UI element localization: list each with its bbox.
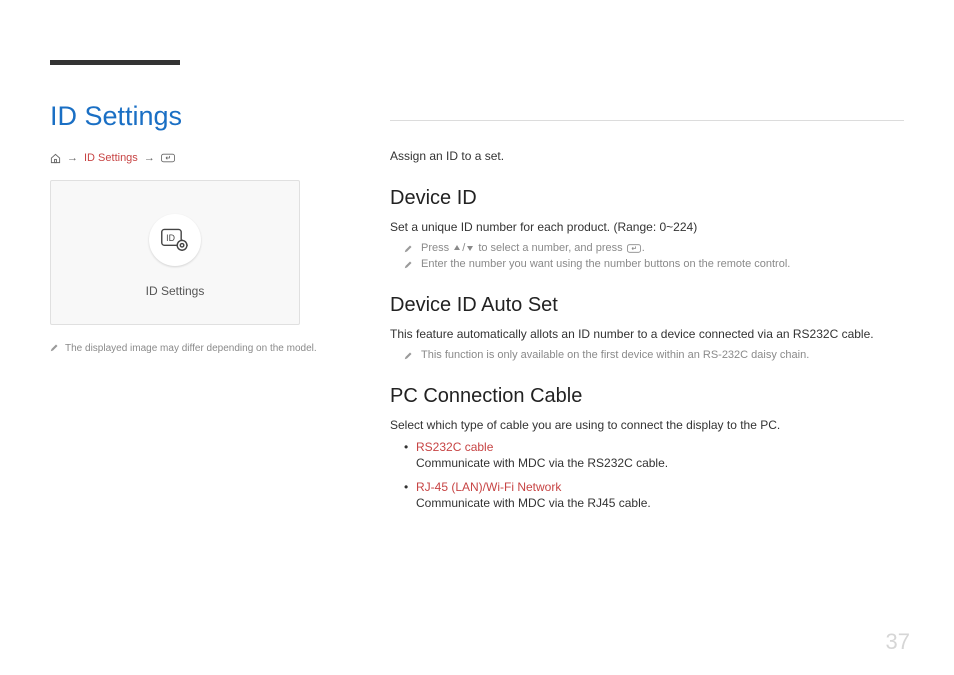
page-title: ID Settings [50, 101, 350, 132]
note1-a: Press [421, 242, 449, 254]
device-id-note-2: Enter the number you want using the numb… [390, 258, 904, 270]
panel-label: ID Settings [146, 284, 205, 298]
option-name: RJ-45 (LAN)/Wi-Fi Network [416, 480, 904, 494]
auto-set-note-text: This function is only available on the f… [421, 349, 809, 361]
page-number: 37 [886, 629, 910, 655]
heading-auto-set: Device ID Auto Set [390, 294, 904, 317]
horizontal-rule [390, 120, 904, 121]
note1-b: / [462, 242, 465, 254]
image-note-text: The displayed image may differ depending… [65, 343, 317, 354]
auto-set-desc: This feature automatically allots an ID … [390, 327, 904, 341]
list-item: RJ-45 (LAN)/Wi-Fi Network Communicate wi… [404, 480, 904, 510]
note1-c: to select a number, and press [478, 242, 622, 254]
up-triangle-icon [453, 244, 461, 252]
option-name: RS232C cable [416, 440, 904, 454]
pen-icon [404, 351, 413, 360]
note2-text: Enter the number you want using the numb… [421, 258, 790, 270]
pen-icon [404, 260, 413, 269]
breadcrumb-arrow: → [144, 152, 155, 164]
image-note: The displayed image may differ depending… [50, 343, 350, 355]
pen-icon [404, 244, 413, 253]
option-desc: Communicate with MDC via the RS232C cabl… [416, 456, 668, 470]
section-auto-set: Device ID Auto Set This feature automati… [390, 294, 904, 361]
pen-icon [50, 343, 59, 355]
breadcrumb: → ID Settings → [50, 152, 350, 164]
auto-set-note: This function is only available on the f… [390, 349, 904, 361]
cable-option-list: RS232C cable Communicate with MDC via th… [390, 440, 904, 510]
down-triangle-icon [466, 244, 474, 252]
title-accent-bar [50, 60, 180, 65]
id-settings-icon: ID [149, 214, 201, 266]
section-device-id: Device ID Set a unique ID number for eac… [390, 187, 904, 270]
heading-device-id: Device ID [390, 187, 904, 210]
intro-text: Assign an ID to a set. [390, 149, 904, 163]
section-cable: PC Connection Cable Select which type of… [390, 385, 904, 510]
enter-icon [627, 244, 641, 253]
breadcrumb-link: ID Settings [84, 152, 138, 164]
device-id-note-1: Press / to select a number, and press . [390, 242, 904, 254]
home-icon [50, 153, 61, 164]
device-id-desc: Set a unique ID number for each product.… [390, 220, 904, 234]
breadcrumb-arrow: → [67, 152, 78, 164]
heading-cable: PC Connection Cable [390, 385, 904, 408]
note1-d: . [642, 242, 645, 254]
list-item: RS232C cable Communicate with MDC via th… [404, 440, 904, 470]
enter-icon [161, 153, 175, 163]
option-desc: Communicate with MDC via the RJ45 cable. [416, 496, 651, 510]
svg-text:ID: ID [166, 232, 175, 242]
preview-panel: ID ID Settings [50, 180, 300, 325]
cable-desc: Select which type of cable you are using… [390, 418, 904, 432]
